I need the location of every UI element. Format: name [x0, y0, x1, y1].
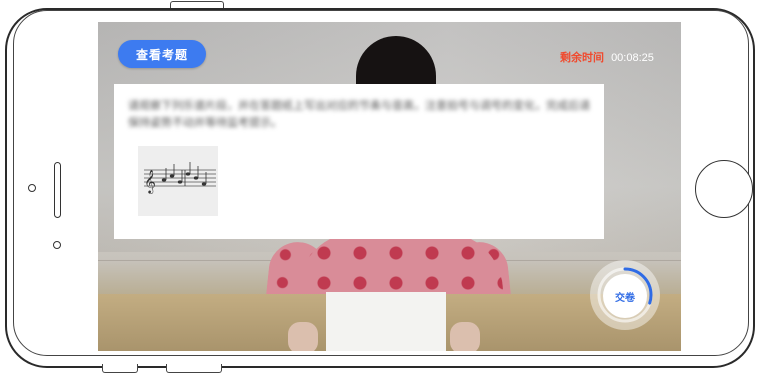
- view-question-button[interactable]: 查看考题: [118, 40, 206, 68]
- camera-icon: [28, 184, 36, 192]
- home-button[interactable]: [695, 160, 753, 218]
- student-video: [288, 322, 318, 351]
- music-score-image: 𝄞: [138, 146, 218, 216]
- sensor-icon: [53, 241, 61, 249]
- question-card: 请观察下列乐谱片段，并在答题纸上写出对应的节奏与音高，注意拍号与调号的变化，完成…: [114, 84, 604, 239]
- music-score-icon: 𝄞: [144, 162, 216, 194]
- student-video: [450, 322, 480, 351]
- exam-screen: 查看考题 剩余时间 00:08:25 请观察下列乐谱片段，并在答题纸上写出对应的…: [98, 22, 681, 351]
- timer-value: 00:08:25: [611, 52, 654, 64]
- answer-sheet: [326, 292, 446, 351]
- countdown-timer: 剩余时间 00:08:25: [560, 49, 654, 65]
- svg-text:𝄞: 𝄞: [144, 169, 156, 194]
- submit-exam-button[interactable]: 交卷: [603, 274, 647, 318]
- speaker-grille: [54, 162, 61, 218]
- question-text: 请观察下列乐谱片段，并在答题纸上写出对应的节奏与音高，注意拍号与调号的变化，完成…: [128, 100, 590, 129]
- timer-label: 剩余时间: [560, 52, 604, 64]
